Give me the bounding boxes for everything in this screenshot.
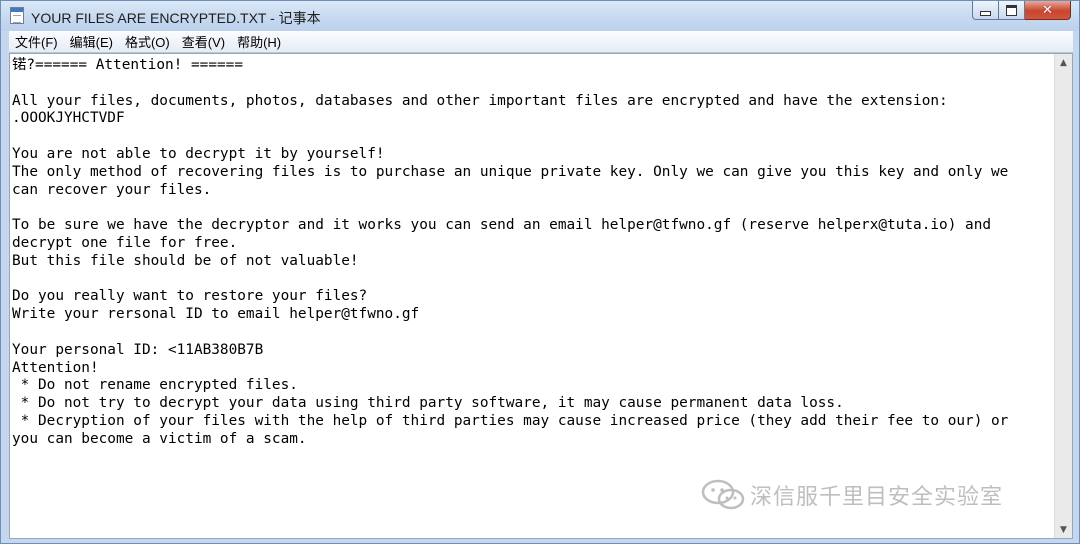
menu-edit[interactable]: 编辑(E) <box>64 32 119 51</box>
arrow-down-icon: ▼ <box>1060 524 1067 535</box>
close-icon: ✕ <box>1042 2 1053 18</box>
text-editor[interactable]: 锘?====== Attention! ====== All your file… <box>9 53 1073 539</box>
maximize-button[interactable] <box>999 1 1025 20</box>
minimize-icon <box>980 11 991 16</box>
arrow-up-icon: ▲ <box>1060 57 1067 68</box>
notepad-window: YOUR FILES ARE ENCRYPTED.TXT - 记事本 ✕ 文件(… <box>0 0 1080 544</box>
close-button[interactable]: ✕ <box>1025 1 1071 20</box>
scroll-up-button[interactable]: ▲ <box>1055 54 1072 71</box>
menu-bar: 文件(F) 编辑(E) 格式(O) 查看(V) 帮助(H) <box>9 31 1073 53</box>
minimize-button[interactable] <box>972 1 999 20</box>
menu-help[interactable]: 帮助(H) <box>231 32 287 51</box>
title-bar[interactable]: YOUR FILES ARE ENCRYPTED.TXT - 记事本 ✕ <box>1 1 1079 31</box>
menu-file[interactable]: 文件(F) <box>9 32 64 51</box>
maximize-icon <box>1006 4 1017 16</box>
window-title: YOUR FILES ARE ENCRYPTED.TXT - 记事本 <box>31 10 321 26</box>
window-controls: ✕ <box>972 1 1071 21</box>
scroll-down-button[interactable]: ▼ <box>1055 521 1072 538</box>
menu-format[interactable]: 格式(O) <box>119 32 176 51</box>
vertical-scrollbar[interactable]: ▲ ▼ <box>1054 54 1072 538</box>
notepad-icon[interactable] <box>10 7 24 24</box>
menu-view[interactable]: 查看(V) <box>176 32 231 51</box>
document-text[interactable]: 锘?====== Attention! ====== All your file… <box>12 57 1052 536</box>
